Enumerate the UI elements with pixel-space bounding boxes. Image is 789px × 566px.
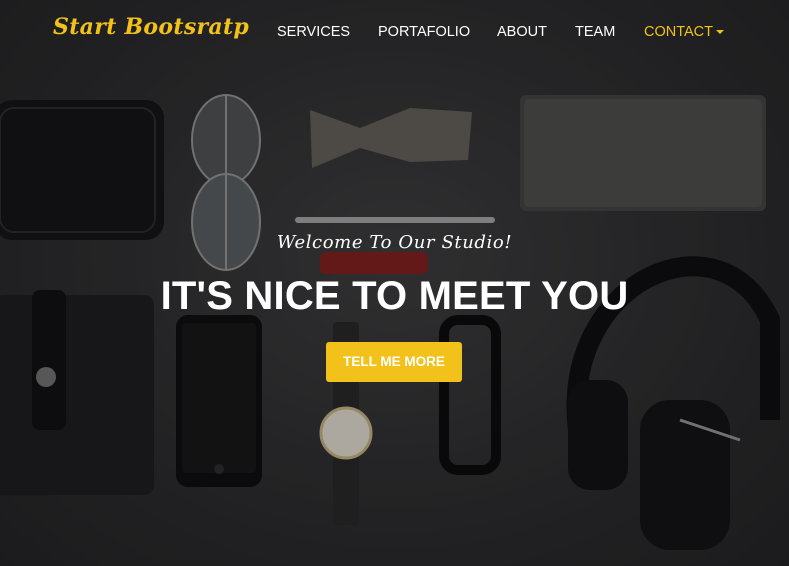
nav-item-contact[interactable]: CONTACT <box>644 24 725 40</box>
hero-section: Start Bootsratp SERVICES PORTAFOLIO ABOU… <box>0 0 789 566</box>
hero-subheading: Welcome To Our Studio! <box>276 232 513 253</box>
navbar: Start Bootsratp SERVICES PORTAFOLIO ABOU… <box>0 0 789 64</box>
caret-down-icon <box>716 30 725 35</box>
nav-item-portafolio[interactable]: PORTAFOLIO <box>378 24 470 40</box>
nav-item-team[interactable]: TEAM <box>575 24 615 40</box>
nav-item-about[interactable]: ABOUT <box>497 24 547 40</box>
hero-heading: IT'S NICE TO MEET YOU <box>160 274 629 318</box>
nav-item-services[interactable]: SERVICES <box>277 24 350 40</box>
brand-logo-link[interactable]: Start Bootsratp <box>53 14 249 40</box>
nav-item-contact-label: CONTACT <box>644 24 714 40</box>
tell-me-more-button[interactable]: TELL ME MORE <box>326 342 462 382</box>
